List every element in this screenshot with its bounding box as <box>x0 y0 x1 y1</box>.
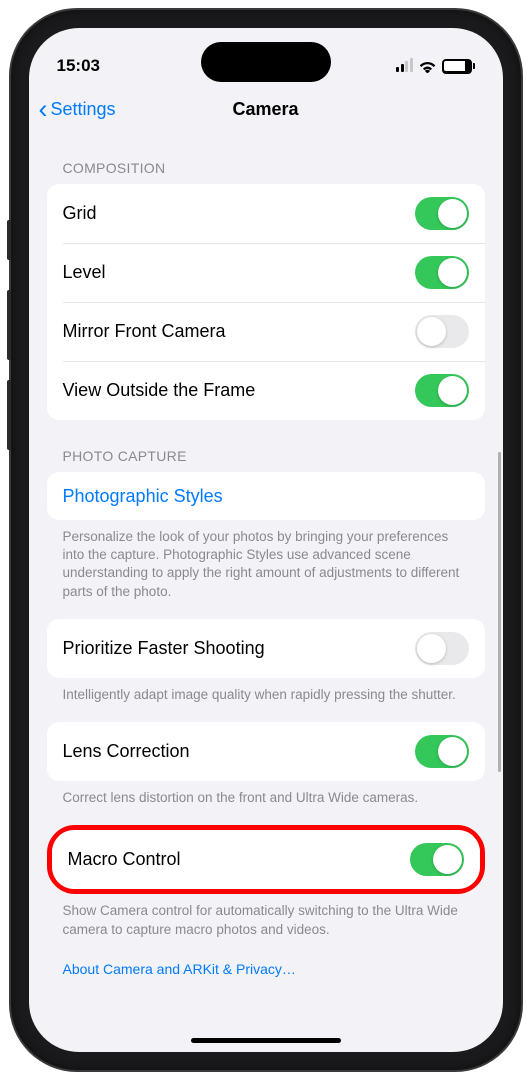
macro-highlight: Macro Control <box>47 825 485 894</box>
lens-toggle[interactable] <box>415 735 469 768</box>
prioritize-footer: Intelligently adapt image quality when r… <box>47 678 485 704</box>
photographic-styles-group: Photographic Styles <box>47 472 485 520</box>
section-header-composition: COMPOSITION <box>47 132 485 184</box>
battery-icon: 75 <box>442 59 475 74</box>
section-header-photo-capture: PHOTO CAPTURE <box>47 420 485 472</box>
wifi-icon <box>419 60 436 73</box>
cellular-icon <box>396 60 413 72</box>
home-indicator[interactable] <box>191 1038 341 1043</box>
prioritize-toggle[interactable] <box>415 632 469 665</box>
grid-toggle[interactable] <box>415 197 469 230</box>
prioritize-group: Prioritize Faster Shooting <box>47 619 485 678</box>
view-outside-row: View Outside the Frame <box>47 361 485 420</box>
lens-group: Lens Correction <box>47 722 485 781</box>
back-label: Settings <box>51 99 116 120</box>
macro-group: Macro Control <box>52 830 480 889</box>
lens-label: Lens Correction <box>63 741 190 762</box>
macro-footer: Show Camera control for automatically sw… <box>47 894 485 938</box>
view-outside-label: View Outside the Frame <box>63 380 256 401</box>
dynamic-island <box>201 42 331 82</box>
back-button[interactable]: ‹ Settings <box>39 96 116 123</box>
screen: 15:03 75 ‹ Settings Camera <box>29 28 503 1052</box>
prioritize-row: Prioritize Faster Shooting <box>47 619 485 678</box>
chevron-left-icon: ‹ <box>39 96 48 123</box>
status-time: 15:03 <box>57 56 100 76</box>
lens-footer: Correct lens distortion on the front and… <box>47 781 485 807</box>
macro-row: Macro Control <box>52 830 480 889</box>
level-toggle[interactable] <box>415 256 469 289</box>
mirror-toggle[interactable] <box>415 315 469 348</box>
phone-frame: 15:03 75 ‹ Settings Camera <box>11 10 521 1070</box>
photographic-styles-footer: Personalize the look of your photos by b… <box>47 520 485 601</box>
composition-group: Grid Level Mirror Front Camera View Outs… <box>47 184 485 420</box>
lens-row: Lens Correction <box>47 722 485 781</box>
grid-row: Grid <box>47 184 485 243</box>
macro-toggle[interactable] <box>410 843 464 876</box>
privacy-link[interactable]: About Camera and ARKit & Privacy… <box>47 939 485 977</box>
grid-label: Grid <box>63 203 97 224</box>
mirror-row: Mirror Front Camera <box>47 302 485 361</box>
level-label: Level <box>63 262 106 283</box>
macro-label: Macro Control <box>68 849 181 870</box>
page-title: Camera <box>232 99 298 120</box>
level-row: Level <box>47 243 485 302</box>
content-scroll[interactable]: COMPOSITION Grid Level Mirror Front Came… <box>29 132 503 1036</box>
scrollbar[interactable] <box>498 452 501 772</box>
mirror-label: Mirror Front Camera <box>63 321 226 342</box>
photographic-styles-label: Photographic Styles <box>63 486 223 507</box>
prioritize-label: Prioritize Faster Shooting <box>63 638 265 659</box>
photographic-styles-button[interactable]: Photographic Styles <box>47 472 485 520</box>
navigation-bar: ‹ Settings Camera <box>29 86 503 132</box>
view-outside-toggle[interactable] <box>415 374 469 407</box>
